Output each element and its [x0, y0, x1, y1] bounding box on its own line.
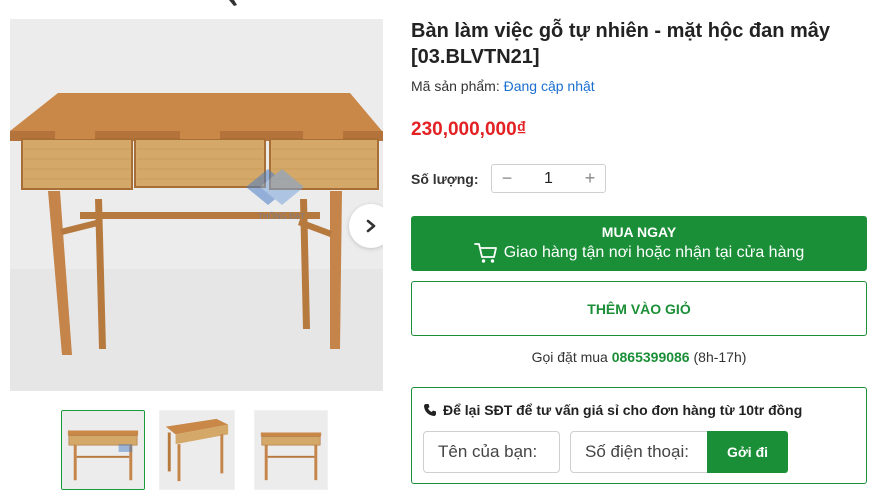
sku-value[interactable]: Đang cập nhật — [504, 78, 595, 94]
product-main-image[interactable]: THÔNG ĐẠT — [10, 19, 383, 391]
buy-now-label: MUA NGAY — [601, 224, 677, 240]
name-input[interactable] — [423, 431, 560, 473]
desk-photo: THÔNG ĐẠT — [10, 19, 383, 391]
callback-title: Để lại SĐT để tư vấn giá sỉ cho đơn hàng… — [423, 402, 802, 418]
buy-now-subtitle: Giao hàng tận nơi hoặc nhận tại cửa hàng — [473, 242, 805, 264]
thumbnail-3[interactable] — [254, 410, 328, 490]
quantity-label: Số lượng: — [411, 171, 479, 187]
phone-icon — [424, 404, 436, 416]
chevron-right-icon — [366, 219, 376, 233]
sku-label: Mã sản phẩm: — [411, 78, 500, 94]
quantity-stepper: − 1 + — [491, 164, 606, 193]
thumbnail-2[interactable] — [159, 410, 235, 490]
submit-button[interactable]: Gởi đi — [707, 431, 788, 473]
phone-input[interactable] — [570, 431, 708, 473]
mouse-cursor-icon — [229, 0, 237, 6]
buy-now-subtitle-text: Giao hàng tận nơi hoặc nhận tại cửa hàng — [503, 244, 805, 261]
thumbnail-image — [160, 411, 234, 489]
quantity-value[interactable]: 1 — [522, 170, 575, 188]
thumbnail-image — [255, 411, 327, 489]
cart-icon — [473, 243, 497, 263]
thumbnail-list — [61, 410, 341, 490]
product-sku: Mã sản phẩm: Đang cập nhật — [411, 78, 595, 94]
hotline-phone-link[interactable]: 0865399086 — [612, 349, 690, 365]
hotline: Gọi đặt mua 0865399086 (8h-17h) — [411, 349, 867, 365]
thumbnail-1[interactable] — [61, 410, 145, 490]
callback-title-text: Để lại SĐT để tư vấn giá sỉ cho đơn hàng… — [443, 402, 803, 418]
hotline-hours: (8h-17h) — [693, 349, 747, 365]
product-title: Bàn làm việc gỗ tự nhiên - mặt hộc đan m… — [411, 20, 831, 68]
product-price: 230,000,000₫ — [411, 119, 527, 140]
callback-form: Để lại SĐT để tư vấn giá sỉ cho đơn hàng… — [411, 387, 867, 484]
quantity-decrease-button[interactable]: − — [492, 165, 522, 192]
thumbnail-image — [62, 411, 144, 489]
add-to-cart-button[interactable]: THÊM VÀO GIỎ — [411, 281, 867, 336]
hotline-prefix: Gọi đặt mua — [531, 349, 608, 365]
svg-text:THÔNG ĐẠT: THÔNG ĐẠT — [258, 212, 305, 221]
buy-now-button[interactable]: MUA NGAY Giao hàng tận nơi hoặc nhận tại… — [411, 216, 867, 271]
quantity-increase-button[interactable]: + — [575, 165, 605, 192]
